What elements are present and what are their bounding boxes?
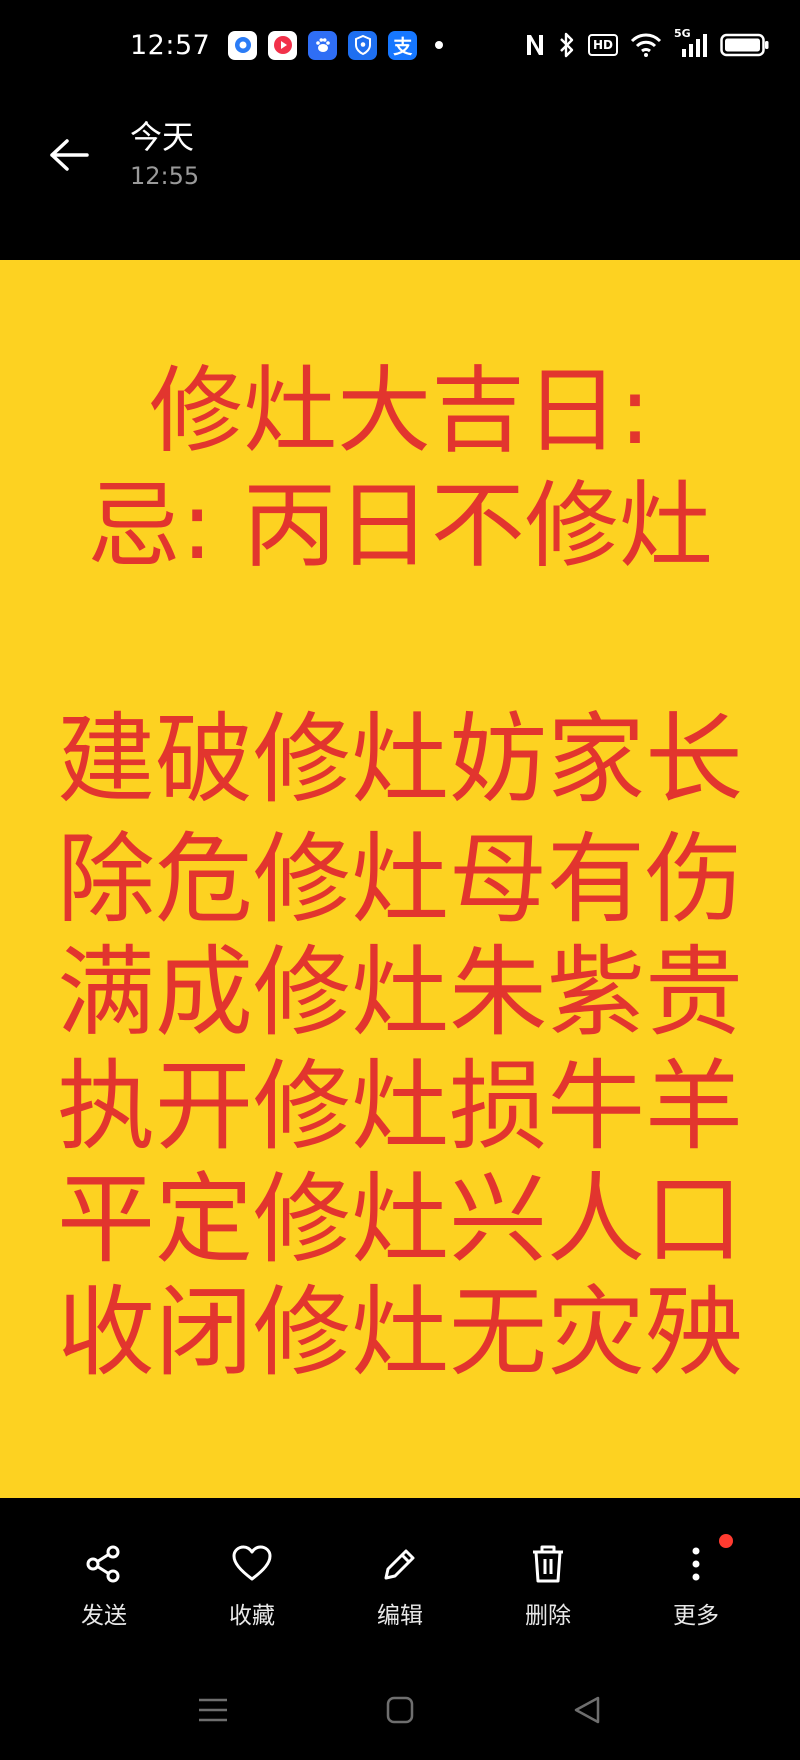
back-arrow-icon <box>50 139 89 171</box>
favorite-label: 收藏 <box>229 1603 275 1629</box>
bottom-toolbar: 发送 收藏 编辑 删除 更多 <box>0 1534 800 1650</box>
page-title: 今天 <box>130 118 195 156</box>
home-button[interactable] <box>375 1685 425 1735</box>
screen: 12:57 支 HD 5G 今天 12:55 修灶大吉日: 忌: 丙日不修灶 建… <box>0 0 800 1760</box>
bluetooth-icon <box>558 31 576 59</box>
video-icon <box>268 30 298 60</box>
status-time: 12:57 <box>130 29 211 61</box>
alipay-glyph: 支 <box>393 35 413 58</box>
delete-button[interactable]: 删除 <box>493 1540 603 1650</box>
photo-image[interactable]: 修灶大吉日: 忌: 丙日不修灶 建破修灶妨家长 除危修灶母有伤 满成修灶朱紫贵 … <box>0 260 800 1498</box>
delete-label: 删除 <box>525 1603 571 1629</box>
more-label: 更多 <box>673 1603 719 1629</box>
hd-label: HD <box>592 38 613 52</box>
browser-icon <box>228 30 258 60</box>
more-notifications-dot <box>435 41 444 49</box>
share-icon <box>80 1540 128 1588</box>
page-subtitle-time: 12:55 <box>130 162 200 190</box>
more-vertical-icon <box>672 1540 720 1588</box>
send-label: 发送 <box>81 1603 127 1629</box>
poster-heading-line-2: 忌: 丙日不修灶 <box>87 472 713 581</box>
favorite-button[interactable]: 收藏 <box>197 1540 307 1650</box>
send-button[interactable]: 发送 <box>49 1540 159 1650</box>
triangle-back-icon <box>574 1696 599 1724</box>
pencil-icon <box>376 1540 424 1588</box>
heart-icon <box>228 1540 276 1588</box>
baidu-icon <box>308 30 338 60</box>
nfc-icon <box>524 32 546 58</box>
trash-icon <box>524 1540 572 1588</box>
alipay-icon: 支 <box>388 30 418 60</box>
network-label: 5G <box>674 27 691 40</box>
edit-label: 编辑 <box>377 1603 423 1629</box>
system-icons: HD 5G <box>524 27 770 59</box>
status-bar: 12:57 支 HD 5G <box>0 0 800 90</box>
signal-icon: 5G <box>674 27 708 59</box>
poster-line: 收闭修灶无灾殃 <box>56 1276 743 1390</box>
notification-badge <box>719 1534 733 1548</box>
shield-icon <box>348 30 378 60</box>
back-button[interactable] <box>44 130 94 180</box>
nav-back-button[interactable] <box>562 1685 612 1735</box>
viewer-header: 今天 12:55 <box>0 100 800 220</box>
recent-apps-button[interactable] <box>188 1685 238 1735</box>
hd-icon: HD <box>588 34 618 56</box>
battery-icon <box>720 32 770 58</box>
system-navigation-bar <box>0 1680 800 1740</box>
notification-icons: 支 <box>228 30 418 60</box>
edit-button[interactable]: 编辑 <box>345 1540 455 1650</box>
square-icon <box>386 1696 414 1724</box>
menu-icon <box>199 1698 228 1722</box>
wifi-icon <box>630 32 662 58</box>
more-button[interactable]: 更多 <box>641 1534 751 1650</box>
